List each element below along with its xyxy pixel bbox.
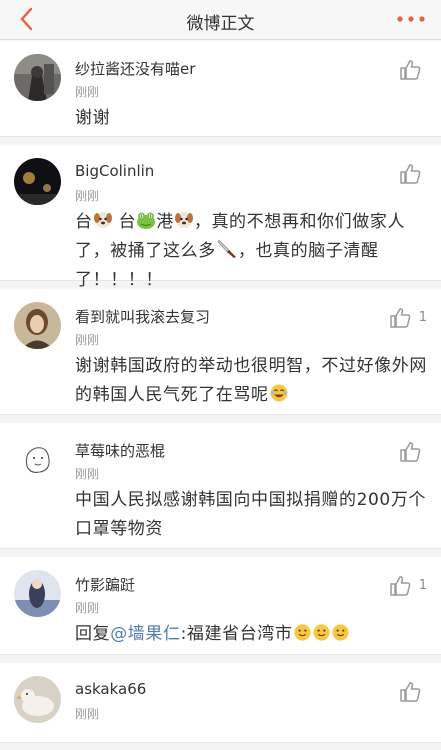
username[interactable]: 看到就叫我滚去复习 bbox=[75, 306, 210, 327]
comment-text: 回复@墙果仁:福建省台湾市 bbox=[75, 620, 427, 649]
comment-text: 中国人民拟感谢韩国向中国拟捐赠的200万个口罩等物资 bbox=[75, 490, 427, 539]
comment-time: 刚刚 bbox=[75, 189, 100, 203]
comment-item: BigColinlin 刚刚 台 台港，真的不想再和你们做家人了，被捅了这么多，… bbox=[0, 145, 441, 290]
ellipsis-icon[interactable] bbox=[391, 4, 431, 34]
mention-link[interactable]: @墙果仁 bbox=[110, 624, 180, 644]
thumbs-up-icon[interactable] bbox=[399, 681, 421, 703]
frog-emoji-icon bbox=[137, 212, 156, 229]
dog-emoji-icon bbox=[174, 212, 193, 228]
laughing-emoji-icon bbox=[270, 384, 288, 402]
comment-time: 刚刚 bbox=[75, 601, 100, 615]
avatar[interactable] bbox=[14, 158, 61, 205]
comment-list: 纱拉酱还没有喵er 刚刚 谢谢 BigColinlin 刚刚 台 台港，真的不想… bbox=[0, 41, 441, 750]
comment-text: 谢谢 bbox=[75, 108, 111, 128]
smile-emoji-icon bbox=[293, 624, 311, 641]
comment-item: 草莓味的恶棍 刚刚 中国人民拟感谢韩国向中国拟捐赠的200万个口罩等物资 bbox=[0, 423, 441, 549]
comment-item: 看到就叫我滚去复习 刚刚 谢谢韩国政府的举动也很明智，不过好像外网的韩国人民气死… bbox=[0, 289, 441, 415]
avatar[interactable] bbox=[14, 570, 61, 617]
knife-emoji-icon bbox=[217, 239, 236, 258]
username[interactable]: askaka66 bbox=[75, 680, 146, 698]
page-title: 微博正文 bbox=[186, 14, 255, 34]
smile-emoji-icon bbox=[312, 624, 330, 641]
avatar[interactable] bbox=[14, 302, 61, 349]
comment-item: 竹影蹁跹 刚刚 回复@墙果仁:福建省台湾市 1 bbox=[0, 557, 441, 655]
thumbs-up-icon[interactable] bbox=[399, 59, 421, 81]
avatar[interactable] bbox=[14, 54, 61, 101]
comment-time: 刚刚 bbox=[75, 707, 100, 721]
comment-text: 谢谢韩国政府的举动也很明智，不过好像外网的韩国人民气死了在骂呢 bbox=[75, 356, 427, 405]
comment-time: 刚刚 bbox=[75, 467, 100, 481]
smile-emoji-icon bbox=[331, 624, 349, 641]
comment-text: 台 台港，真的不想再和你们做家人了，被捅了这么多 ，也真的脑子清醒了！！！！ bbox=[75, 212, 406, 290]
avatar[interactable] bbox=[14, 676, 61, 723]
comment-item: 纱拉酱还没有喵er 刚刚 谢谢 bbox=[0, 41, 441, 137]
thumbs-up-icon[interactable] bbox=[399, 441, 421, 463]
username[interactable]: 竹影蹁跹 bbox=[75, 574, 135, 595]
thumbs-up-icon[interactable] bbox=[389, 307, 411, 329]
weibo-detail-screen: 微博正文 纱拉酱还没有喵er 刚刚 谢谢 BigColinlin 刚刚 台 台 … bbox=[0, 0, 441, 750]
username[interactable]: 纱拉酱还没有喵er bbox=[75, 58, 195, 79]
username[interactable]: 草莓味的恶棍 bbox=[75, 440, 165, 461]
like-count: 1 bbox=[418, 310, 427, 325]
like-count: 1 bbox=[418, 578, 427, 593]
username[interactable]: BigColinlin bbox=[75, 162, 154, 180]
thumbs-up-icon[interactable] bbox=[399, 163, 421, 185]
dog-emoji-icon bbox=[93, 212, 112, 228]
comment-time: 刚刚 bbox=[75, 333, 100, 347]
avatar[interactable] bbox=[14, 436, 61, 483]
thumbs-up-icon[interactable] bbox=[389, 575, 411, 597]
comment-time: 刚刚 bbox=[75, 85, 100, 99]
comment-item: askaka66 刚刚 bbox=[0, 663, 441, 743]
navigation-bar: 微博正文 bbox=[0, 0, 441, 40]
